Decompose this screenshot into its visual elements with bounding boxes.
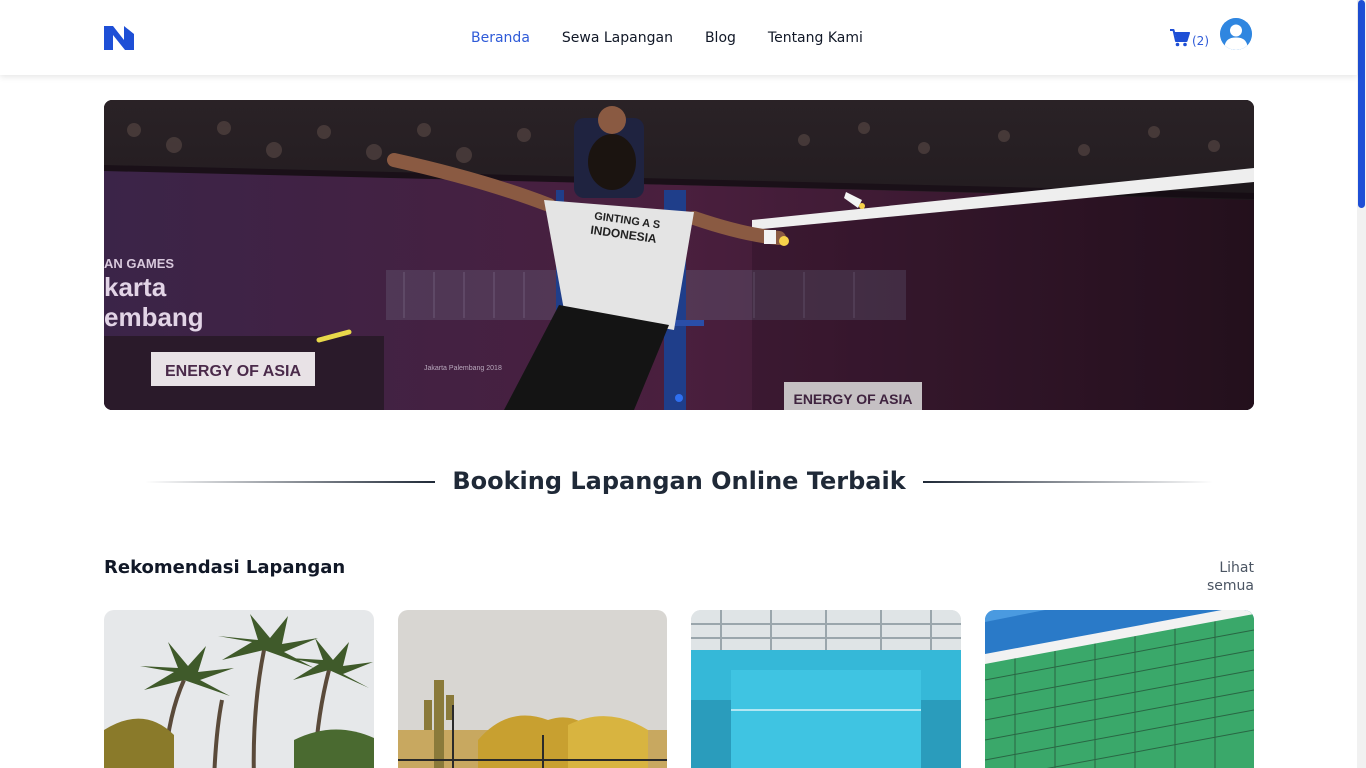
court-card-3[interactable] xyxy=(691,610,961,768)
court-card-1[interactable] xyxy=(104,610,374,768)
avatar-silhouette-icon xyxy=(1220,18,1252,50)
nav-beranda[interactable]: Beranda xyxy=(471,28,530,48)
indoor-blue-court-image xyxy=(691,610,961,768)
cart-count: (2) xyxy=(1192,34,1209,48)
top-navbar: Beranda Sewa Lapangan Blog Tentang Kami … xyxy=(0,0,1357,75)
court-card-4[interactable] xyxy=(985,610,1254,768)
page-scrollbar[interactable] xyxy=(1357,0,1366,768)
main-nav: Beranda Sewa Lapangan Blog Tentang Kami xyxy=(471,28,895,48)
hero-badminton-image: AN GAMES karta embang ENERGY OF ASIA Jak… xyxy=(104,100,1254,410)
cart-button[interactable]: (2) xyxy=(1170,28,1209,48)
palm-trees-court-image xyxy=(104,610,374,768)
brand-logo[interactable] xyxy=(104,26,134,50)
user-avatar-icon[interactable] xyxy=(1220,18,1252,50)
title-divider-right xyxy=(923,481,1213,483)
section-title: Booking Lapangan Online Terbaik xyxy=(452,467,906,495)
scrollbar-thumb[interactable] xyxy=(1358,0,1365,208)
nav-tentang-kami[interactable]: Tentang Kami xyxy=(768,28,863,48)
hero-board-left: ENERGY OF ASIA xyxy=(165,363,301,380)
nav-sewa-lapangan[interactable]: Sewa Lapangan xyxy=(562,28,673,48)
hero-banner-text-1: AN GAMES xyxy=(104,256,174,271)
title-divider-left xyxy=(145,481,435,483)
carousel-dot-active[interactable] xyxy=(675,394,683,402)
hero-banner-text-2: karta xyxy=(104,272,167,302)
hero-banner-text-3: embang xyxy=(104,302,204,332)
court-card-2[interactable] xyxy=(398,610,667,768)
desert-cactus-court-image xyxy=(398,610,667,768)
see-all-link[interactable]: Lihat semua xyxy=(1168,559,1254,595)
nav-blog[interactable]: Blog xyxy=(705,28,736,48)
cart-icon xyxy=(1170,29,1190,47)
recommendations-title: Rekomendasi Lapangan xyxy=(104,557,346,578)
green-net-court-image xyxy=(985,610,1254,768)
hero-carousel: AN GAMES karta embang ENERGY OF ASIA Jak… xyxy=(104,100,1254,410)
hero-small-text: Jakarta Palembang 2018 xyxy=(424,365,502,372)
